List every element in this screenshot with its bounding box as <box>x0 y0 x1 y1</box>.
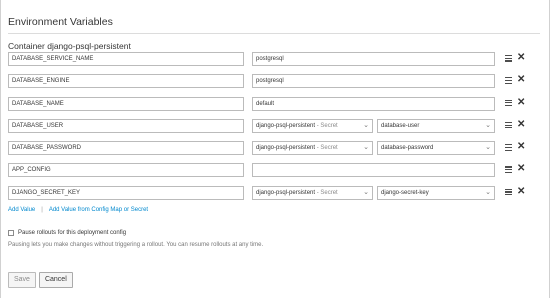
drag-handle-icon[interactable] <box>505 144 512 151</box>
close-icon[interactable]: ✕ <box>517 73 525 87</box>
chevron-down-icon: ⌄ <box>363 188 369 196</box>
cancel-button[interactable]: Cancel <box>38 272 73 288</box>
env-var-row: DATABASE_USER django-psql-persistent - Se… <box>8 118 538 141</box>
chevron-down-icon: ⌄ <box>485 121 491 129</box>
save-button[interactable]: Save <box>8 272 36 288</box>
env-var-row: DJANGO_SECRET_KEY django-psql-persistent … <box>8 185 538 208</box>
actions-separator: | <box>41 207 43 213</box>
drag-handle-icon[interactable] <box>505 99 512 107</box>
drag-handle-icon[interactable] <box>505 188 512 196</box>
env-var-row: DATABASE_PASSWORD django-psql-persistent … <box>8 141 538 163</box>
env-var-row: DATABASE_ENGINE postgresql ✕ <box>8 74 538 96</box>
env-name-input[interactable]: DATABASE_SERVICE_NAME <box>8 52 244 66</box>
secret-suffix: - Secret <box>315 189 338 196</box>
env-name-input[interactable]: APP_CONFIG <box>8 163 244 178</box>
secret-select[interactable]: django-psql-persistent - Secret ⌄ <box>252 141 373 156</box>
env-name-input[interactable]: DATABASE_USER <box>8 118 244 133</box>
container-label: Container django-psql-persistent <box>8 41 131 51</box>
close-icon[interactable]: ✕ <box>517 118 525 132</box>
pause-rollouts-label[interactable]: Pause rollouts for this deployment confi… <box>18 230 126 236</box>
section-divider <box>8 33 540 34</box>
secret-suffix: - Secret <box>315 122 338 129</box>
drag-handle-icon[interactable] <box>505 55 512 62</box>
env-name-input[interactable]: DATABASE_NAME <box>8 96 244 111</box>
env-name-input[interactable]: DATABASE_ENGINE <box>8 74 244 89</box>
chevron-down-icon: ⌄ <box>363 144 369 152</box>
section-title: Environment Variables <box>8 16 113 28</box>
env-value-input[interactable]: default <box>252 96 495 111</box>
pause-rollouts-row: Pause rollouts for this deployment confi… <box>8 230 126 236</box>
drag-handle-icon[interactable] <box>505 121 512 129</box>
secret-select[interactable]: django-psql-persistent - Secret ⌄ <box>252 185 373 200</box>
env-value-input[interactable]: postgresql <box>252 52 495 66</box>
key-select[interactable]: database-user ⌄ <box>377 118 495 133</box>
form-buttons: Save Cancel <box>8 272 73 288</box>
secret-name: django-psql-persistent <box>256 122 316 129</box>
close-icon[interactable]: ✕ <box>517 96 525 110</box>
env-value-input[interactable] <box>252 163 495 178</box>
secret-name: django-psql-persistent <box>256 189 316 196</box>
add-value-from-link[interactable]: Add Value from Config Map or Secret <box>49 207 148 213</box>
drag-handle-icon[interactable] <box>505 166 512 174</box>
env-var-list: DATABASE_SERVICE_NAME postgresql ✕ DATABASE… <box>8 52 538 208</box>
key-select[interactable]: database-password ⌄ <box>377 141 495 156</box>
key-name: database-user <box>381 122 420 129</box>
key-select[interactable]: django-secret-key ⌄ <box>377 185 495 200</box>
env-value-input[interactable]: postgresql <box>252 74 495 89</box>
secret-suffix: - Secret <box>315 145 338 152</box>
env-name-input[interactable]: DATABASE_PASSWORD <box>8 141 244 156</box>
close-icon[interactable]: ✕ <box>517 185 525 199</box>
key-name: database-password <box>381 145 434 152</box>
chevron-down-icon: ⌄ <box>485 144 491 152</box>
close-icon[interactable]: ✕ <box>517 162 525 176</box>
env-var-row: DATABASE_NAME default ✕ <box>8 96 538 119</box>
close-icon[interactable]: ✕ <box>517 140 525 154</box>
env-name-input[interactable]: DJANGO_SECRET_KEY <box>8 185 244 200</box>
chevron-down-icon: ⌄ <box>363 121 369 129</box>
secret-name: django-psql-persistent <box>256 145 316 152</box>
key-name: django-secret-key <box>381 189 429 196</box>
add-value-link[interactable]: Add Value <box>8 207 35 213</box>
env-var-row: DATABASE_SERVICE_NAME postgresql ✕ <box>8 52 538 74</box>
add-actions: Add Value | Add Value from Config Map or S… <box>8 207 148 213</box>
secret-select[interactable]: django-psql-persistent - Secret ⌄ <box>252 118 373 133</box>
pause-help-text: Pausing lets you make changes without tr… <box>8 242 264 248</box>
pause-rollouts-checkbox[interactable] <box>8 230 14 236</box>
close-icon[interactable]: ✕ <box>517 51 525 65</box>
env-var-row: APP_CONFIG ✕ <box>8 163 538 185</box>
chevron-down-icon: ⌄ <box>485 188 491 196</box>
drag-handle-icon[interactable] <box>505 77 512 84</box>
